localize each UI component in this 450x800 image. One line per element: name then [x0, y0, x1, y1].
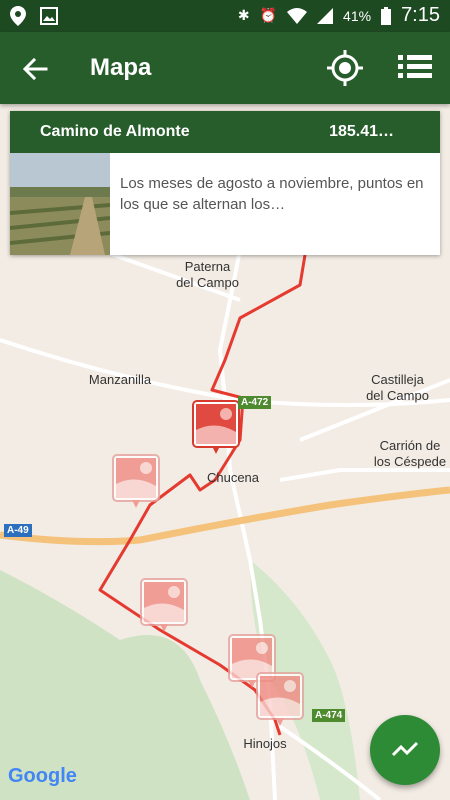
route-distance: 185.41… — [329, 123, 394, 140]
wifi-icon — [287, 7, 308, 24]
list-icon[interactable] — [398, 52, 432, 82]
clock: 7:15 — [401, 4, 440, 26]
route-card-header: Camino de Almonte 185.41… — [10, 111, 440, 153]
road-badge-a474: A-474 — [312, 709, 346, 722]
location-pin-icon — [10, 6, 26, 26]
app-bar: Mapa — [0, 32, 450, 104]
poi-marker-icon[interactable] — [192, 400, 246, 460]
battery-icon — [381, 6, 392, 25]
road-badge-a472: A-472 — [238, 396, 272, 409]
google-attribution: Google — [8, 765, 77, 787]
trend-icon — [391, 741, 419, 757]
place-label-manzanilla: Manzanilla — [88, 372, 152, 387]
route-thumbnail — [10, 153, 110, 255]
page-title: Mapa — [90, 54, 152, 81]
route-card[interactable]: Camino de Almonte 185.41… Los meses de a… — [10, 111, 440, 255]
place-label-castilleja: Castilleja del Campo — [366, 372, 429, 403]
battery-level: 41% — [343, 7, 372, 24]
alarm-icon: ⏰ — [259, 7, 278, 23]
place-label-carrion: Carrión de los Céspede — [373, 438, 447, 469]
poi-marker-icon[interactable] — [140, 578, 194, 638]
bluetooth-icon: ✱ — [237, 7, 250, 23]
route-description: Los meses de agosto a noviembre, puntos … — [120, 175, 424, 213]
image-icon — [40, 7, 58, 25]
my-location-icon[interactable] — [326, 49, 364, 87]
place-label-chucena: Chucena — [206, 470, 260, 485]
road-badge-a49: A-49 — [4, 524, 32, 537]
signal-icon — [317, 7, 334, 24]
elevation-profile-button[interactable] — [370, 715, 440, 785]
place-label-paterna: Paterna del Campo — [176, 259, 239, 290]
back-arrow-icon[interactable] — [20, 54, 50, 84]
poi-marker-icon[interactable] — [112, 454, 166, 514]
route-title: Camino de Almonte — [40, 123, 190, 140]
poi-marker-icon[interactable] — [256, 672, 310, 732]
status-bar: ✱ ⏰ 41% 7:15 — [0, 0, 450, 32]
place-label-hinojos: Hinojos — [243, 736, 287, 751]
highway-a49 — [0, 486, 450, 546]
